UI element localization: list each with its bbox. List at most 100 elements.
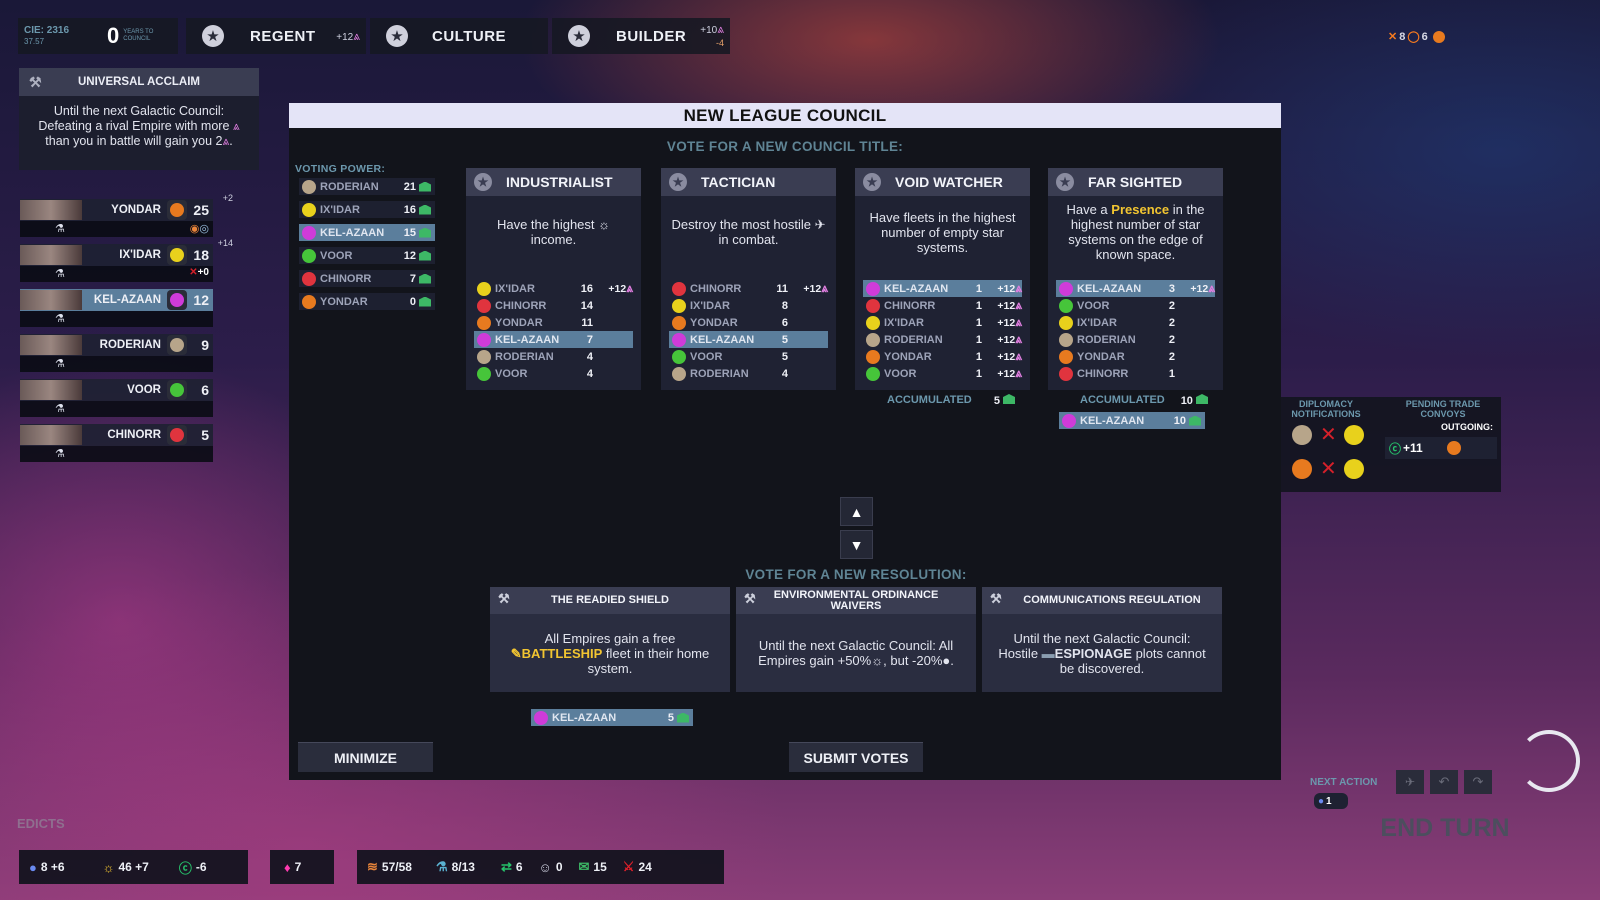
undo-button[interactable]: ↶ bbox=[1430, 770, 1458, 794]
culture-mask-icon: ☺ bbox=[538, 859, 552, 875]
readied-shield-vote-chip[interactable]: KEL-AZAAN 5 bbox=[531, 709, 693, 726]
vote-envelope-icon bbox=[419, 273, 431, 284]
vote-envelope-icon bbox=[419, 227, 431, 238]
council-title-card[interactable]: ★ INDUSTRIALIST Have the highest ☼ income.… bbox=[466, 168, 641, 390]
influence-icon: ⩓ bbox=[717, 22, 724, 36]
votes-stat[interactable]: ✉ 15 bbox=[579, 859, 607, 875]
title-standing-row: CHINORR 14 bbox=[474, 297, 633, 314]
military-stat[interactable]: ⚔ 24 bbox=[623, 859, 652, 875]
trade-stat[interactable]: ⇄ 6 bbox=[501, 859, 523, 875]
empire-name: CHINORR bbox=[107, 429, 161, 441]
resource-bar-influence: ♦ 7 bbox=[270, 850, 334, 884]
title-standing-row: RODERIAN 1 +12⩓ bbox=[863, 331, 1022, 348]
resolution-description: Until the next Galactic Council: All Emp… bbox=[758, 638, 954, 668]
empire-emblem-icon bbox=[302, 179, 316, 194]
empire-emblem-icon bbox=[477, 281, 491, 296]
population-stat[interactable]: ● 8 +6 bbox=[29, 860, 65, 875]
council-title-card[interactable]: ★ FAR SIGHTED Have a Presence in the highe… bbox=[1048, 168, 1223, 390]
empire-row[interactable]: VOOR 6 ⚗ bbox=[20, 379, 213, 419]
outgoing-convoy[interactable]: ⓒ +11 bbox=[1385, 437, 1497, 459]
title-standing-row: RODERIAN 2 bbox=[1056, 331, 1215, 348]
resolution-card-communications-regulation[interactable]: ⚒ COMMUNICATIONS REGULATION Until the nex… bbox=[982, 587, 1222, 692]
resource-bar-other: ≋ 57/58 ⚗ 8/13 ⇄ 6 ☺ 0 ✉ 15 ⚔ 24 bbox=[357, 850, 724, 884]
espionage-icon: ▬ bbox=[1041, 645, 1055, 661]
influence-stat[interactable]: ♦ 7 bbox=[284, 860, 301, 875]
star-icon: ★ bbox=[669, 173, 687, 191]
empire-emblem-icon bbox=[167, 245, 187, 265]
research-stat[interactable]: ⚗ 8/13 bbox=[436, 859, 475, 875]
star-icon: ★ bbox=[568, 25, 590, 47]
voting-power-row: CHINORR 7 bbox=[299, 270, 435, 287]
military-icon: ⚔ bbox=[622, 859, 635, 874]
empire-emblem-icon bbox=[167, 425, 187, 445]
edicts-label[interactable]: EDICTS bbox=[17, 816, 65, 831]
scroll-up-button[interactable]: ▲ bbox=[840, 497, 873, 526]
empire-emblem-icon bbox=[866, 298, 880, 313]
research-flask-icon: ⚗ bbox=[55, 313, 65, 325]
industry-stat[interactable]: ☼ 46 +7 bbox=[103, 860, 149, 875]
title-standing-row: KEL-AZAAN 5 bbox=[669, 331, 828, 348]
empire-emblem-icon bbox=[1059, 349, 1073, 364]
star-icon: ★ bbox=[863, 173, 881, 191]
resolution-header: VOTE FOR A NEW RESOLUTION: bbox=[745, 567, 967, 582]
title-builder[interactable]: ★ BUILDER +10⩓ -4 bbox=[552, 18, 730, 54]
empire-name: VOOR bbox=[127, 384, 161, 396]
title-standing-row: YONDAR 2 bbox=[1056, 348, 1215, 365]
resolution-card-environmental-waivers[interactable]: ⚒ ENVIRONMENTAL ORDINANCE WAIVERS Until t… bbox=[736, 587, 976, 692]
vote-envelope-icon bbox=[419, 250, 431, 261]
treaty-icons: ◉◎ bbox=[189, 223, 209, 235]
star-icon: ★ bbox=[202, 25, 224, 47]
title-standings: KEL-AZAAN 3 +12⩓ VOOR 2 IX'IDAR 2 RODERIAN 2 YOND… bbox=[1048, 280, 1223, 382]
war-icon: ✕ bbox=[1320, 458, 1337, 480]
leader-portrait bbox=[20, 425, 82, 445]
title-regent[interactable]: ★ REGENT +12⩓ bbox=[186, 18, 366, 54]
resolution-title: UNIVERSAL ACCLAIM bbox=[77, 76, 201, 88]
council-title-card[interactable]: ★ VOID WATCHER Have fleets in the highest … bbox=[855, 168, 1030, 390]
voting-power-row: RODERIAN 21 bbox=[299, 178, 435, 195]
diplomacy-notification[interactable]: ✕ bbox=[1289, 425, 1368, 445]
research-icon: ⚗ bbox=[435, 859, 448, 874]
title-culture[interactable]: ★ CULTURE bbox=[370, 18, 548, 54]
empire-emblem-icon bbox=[1059, 332, 1073, 347]
credits-stat[interactable]: ⓒ -6 bbox=[179, 858, 207, 877]
fleet-action-button[interactable]: ✈ bbox=[1396, 770, 1424, 794]
title-standing-row: IX'IDAR 16 +12⩓ bbox=[474, 280, 633, 297]
redo-button[interactable]: ↷ bbox=[1464, 770, 1492, 794]
diplomacy-notification[interactable]: ✕ bbox=[1289, 459, 1368, 479]
empire-row[interactable]: CHINORR 5 ⚗ bbox=[20, 424, 213, 464]
title-standing-row: YONDAR 11 bbox=[474, 314, 633, 331]
influence-icon: ⩓ bbox=[1208, 281, 1215, 295]
next-action-counter[interactable]: ● 1 bbox=[1314, 793, 1348, 809]
influence-gem-icon: ♦ bbox=[284, 859, 291, 875]
far-sighted-vote-chip[interactable]: KEL-AZAAN 10 bbox=[1059, 412, 1205, 429]
gavel-icon: ⚒ bbox=[990, 591, 1002, 606]
far-sighted-accumulated: ACCUMULATED 10 bbox=[1080, 394, 1208, 407]
title-standing-row: IX'IDAR 1 +12⩓ bbox=[863, 314, 1022, 331]
star-icon: ★ bbox=[386, 25, 408, 47]
end-turn-button[interactable]: END TURN bbox=[1370, 795, 1520, 885]
submit-votes-button[interactable]: SUBMIT VOTES bbox=[789, 742, 923, 772]
empire-emblem-icon bbox=[866, 332, 880, 347]
scroll-down-button[interactable]: ▼ bbox=[840, 530, 873, 559]
supply-stat[interactable]: ≋ 57/58 bbox=[367, 859, 412, 875]
title-standing-row: KEL-AZAAN 3 +12⩓ bbox=[1056, 280, 1215, 297]
culture-stat[interactable]: ☺ 0 bbox=[539, 860, 563, 875]
title-standings: KEL-AZAAN 1 +12⩓ CHINORR 1 +12⩓ IX'IDAR 1 +12⩓ RO… bbox=[855, 280, 1030, 382]
resolution-description: Until the next Galactic Council: Defeati… bbox=[38, 104, 240, 148]
influence-icon: ⩓ bbox=[1015, 281, 1022, 295]
minimize-button[interactable]: MINIMIZE bbox=[298, 742, 433, 772]
council-title-card[interactable]: ★ TACTICIAN Destroy the most hostile ✈ in … bbox=[661, 168, 836, 390]
empire-row[interactable]: IX'IDAR 18 +14 ⚗ ✕+0 bbox=[20, 238, 233, 284]
resolution-card-readied-shield[interactable]: ⚒ THE READIED SHIELD All Empires gain a f… bbox=[490, 587, 730, 692]
empire-row[interactable]: YONDAR 25 +2 ⚗ ◉◎ bbox=[20, 193, 233, 239]
title-standing-row: KEL-AZAAN 7 bbox=[474, 331, 633, 348]
ixidar-emblem-icon bbox=[1343, 459, 1364, 479]
title-standing-row: YONDAR 1 +12⩓ bbox=[863, 348, 1022, 365]
title-standing-row: YONDAR 6 bbox=[669, 314, 828, 331]
empire-row[interactable]: RODERIAN 9 ⚗ bbox=[20, 334, 213, 374]
title-name: TACTICIAN bbox=[701, 174, 776, 190]
voting-power-header: VOTING POWER: bbox=[295, 163, 386, 175]
empire-row[interactable]: KEL-AZAAN 12 ⚗ bbox=[20, 289, 213, 329]
research-flask-icon: ⚗ bbox=[55, 448, 65, 460]
score-delta: +2 bbox=[222, 193, 233, 203]
